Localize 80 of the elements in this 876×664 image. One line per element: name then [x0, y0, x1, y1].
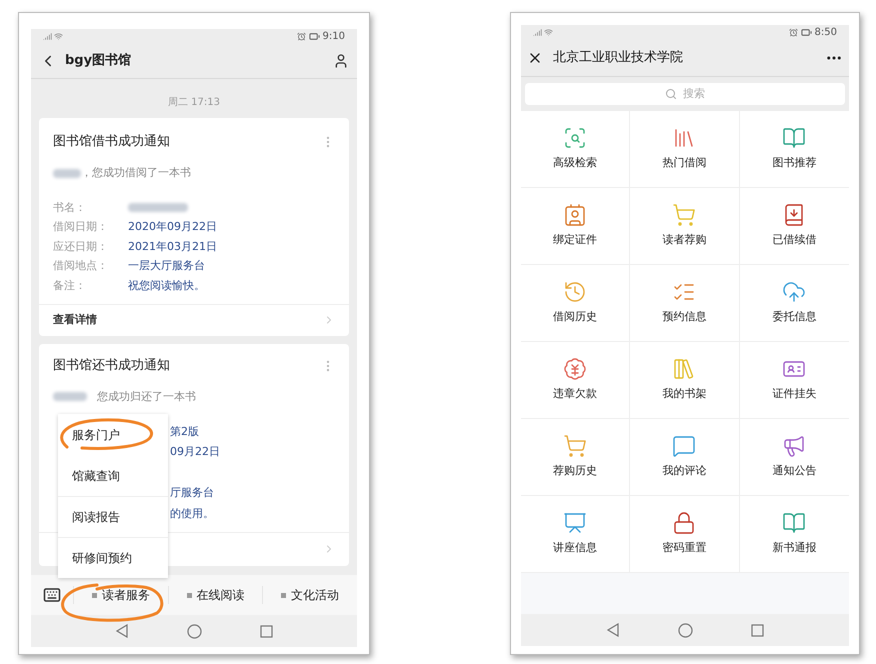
- recents-icon[interactable]: [751, 624, 764, 636]
- menu-grid-item[interactable]: 我的书架: [630, 342, 740, 419]
- message-time: 周二 17:13: [168, 96, 220, 110]
- menu-grid-item[interactable]: 高级检索: [521, 111, 630, 188]
- recents-icon[interactable]: [260, 624, 273, 638]
- alarm-icon: [296, 32, 306, 40]
- open-book-icon: [782, 511, 806, 536]
- menu-grid-item[interactable]: 借阅历史: [521, 265, 630, 342]
- menu-grid-item[interactable]: 证件挂失: [740, 342, 849, 419]
- wifi-icon: [544, 28, 553, 36]
- menu-bar-item[interactable]: 在线阅读: [168, 586, 262, 604]
- history-icon: [563, 280, 588, 304]
- menu-grid-item[interactable]: 通知公告: [740, 419, 849, 496]
- menu-grid-item[interactable]: 预约信息: [630, 265, 740, 342]
- home-icon[interactable]: [187, 624, 202, 638]
- field-value: 祝您阅读愉快。: [128, 278, 205, 294]
- redacted-text-block: [53, 392, 87, 401]
- menu-grid-item[interactable]: 违章欠款: [521, 342, 630, 419]
- field-value: 一层大厅服务台: [128, 258, 205, 274]
- keyboard-icon[interactable]: [43, 586, 61, 604]
- redacted-text-block: [53, 168, 81, 178]
- speech-bubble-icon: [672, 434, 696, 458]
- field-label: 备注：: [53, 278, 87, 294]
- home-icon[interactable]: [678, 622, 693, 638]
- menu-grid-item[interactable]: 读者荐购: [630, 188, 740, 265]
- menu-bar-item[interactable]: 读者服务: [73, 586, 168, 604]
- bullet-icon: [281, 592, 286, 598]
- field-value: 第2版: [170, 424, 199, 440]
- greeting-text: 您成功归还了一本书: [97, 390, 196, 404]
- search-icon: [665, 88, 677, 100]
- menu-grid-item[interactable]: 新书通报: [740, 496, 849, 573]
- menu-grid-item[interactable]: 已借续借: [740, 188, 849, 265]
- field-value: 09月22日: [170, 444, 220, 460]
- menu-grid-item[interactable]: 绑定证件: [521, 188, 630, 265]
- bullet-icon: [92, 592, 97, 598]
- menu-grid-item[interactable]: 密码重置: [630, 496, 740, 573]
- magnifier-square-icon: [563, 126, 588, 150]
- cart-icon: [672, 203, 696, 228]
- id-badge-icon: [563, 203, 588, 228]
- greeting-text: ，您成功借阅了一本书: [81, 166, 191, 180]
- menu-bar-item[interactable]: 文化活动: [262, 586, 358, 604]
- open-book-icon: [782, 126, 806, 150]
- status-time: 9:10: [322, 30, 345, 44]
- popup-menu-item[interactable]: 阅读报告: [58, 496, 168, 537]
- menu-grid-item[interactable]: 图书推荐: [740, 111, 849, 188]
- menu-grid-item[interactable]: 热门借阅: [630, 111, 740, 188]
- cloud-upload-icon: [782, 280, 806, 304]
- lock-icon: [672, 511, 696, 536]
- field-value: 的使用。: [170, 506, 214, 522]
- presentation-icon: [563, 511, 588, 536]
- menu-grid-item[interactable]: 荐购历史: [521, 419, 630, 496]
- alarm-icon: [788, 28, 798, 36]
- signal-icon: [533, 28, 542, 36]
- battery-icon: [308, 30, 320, 42]
- field-label: 借阅地点：: [53, 258, 109, 274]
- signal-icon: [43, 32, 52, 40]
- field-value: 2020年09月22日: [128, 219, 217, 235]
- field-label: 应还日期：: [53, 238, 109, 254]
- view-details-link[interactable]: 查看详情: [39, 304, 349, 336]
- card-title: 图书馆借书成功通知: [53, 134, 170, 150]
- status-time: 8:50: [814, 26, 837, 40]
- megaphone-icon: [782, 434, 806, 458]
- yen-badge-icon: [563, 357, 588, 382]
- bullet-icon: [186, 592, 192, 598]
- field-label: 借阅日期：: [53, 219, 109, 235]
- page-title: 北京工业职业技术学院: [553, 48, 684, 67]
- battery-icon: [800, 26, 812, 38]
- profile-icon[interactable]: [333, 52, 349, 68]
- menu-grid-item[interactable]: 委托信息: [740, 265, 849, 342]
- cart-icon: [563, 434, 588, 458]
- menu-grid-item[interactable]: 我的评论: [630, 419, 740, 496]
- popup-menu-item[interactable]: 研修间预约: [58, 537, 168, 578]
- card-title: 图书馆还书成功通知: [53, 358, 170, 374]
- wifi-icon: [54, 32, 63, 40]
- field-value: 2021年03月21日: [128, 238, 217, 254]
- chat-title: bgy图书馆: [65, 52, 132, 70]
- menu-grid-item[interactable]: 讲座信息: [521, 496, 630, 573]
- field-label: 书名：: [53, 200, 87, 216]
- field-value: 厅服务台: [170, 485, 214, 501]
- popup-menu-item[interactable]: 馆藏查询: [58, 455, 168, 496]
